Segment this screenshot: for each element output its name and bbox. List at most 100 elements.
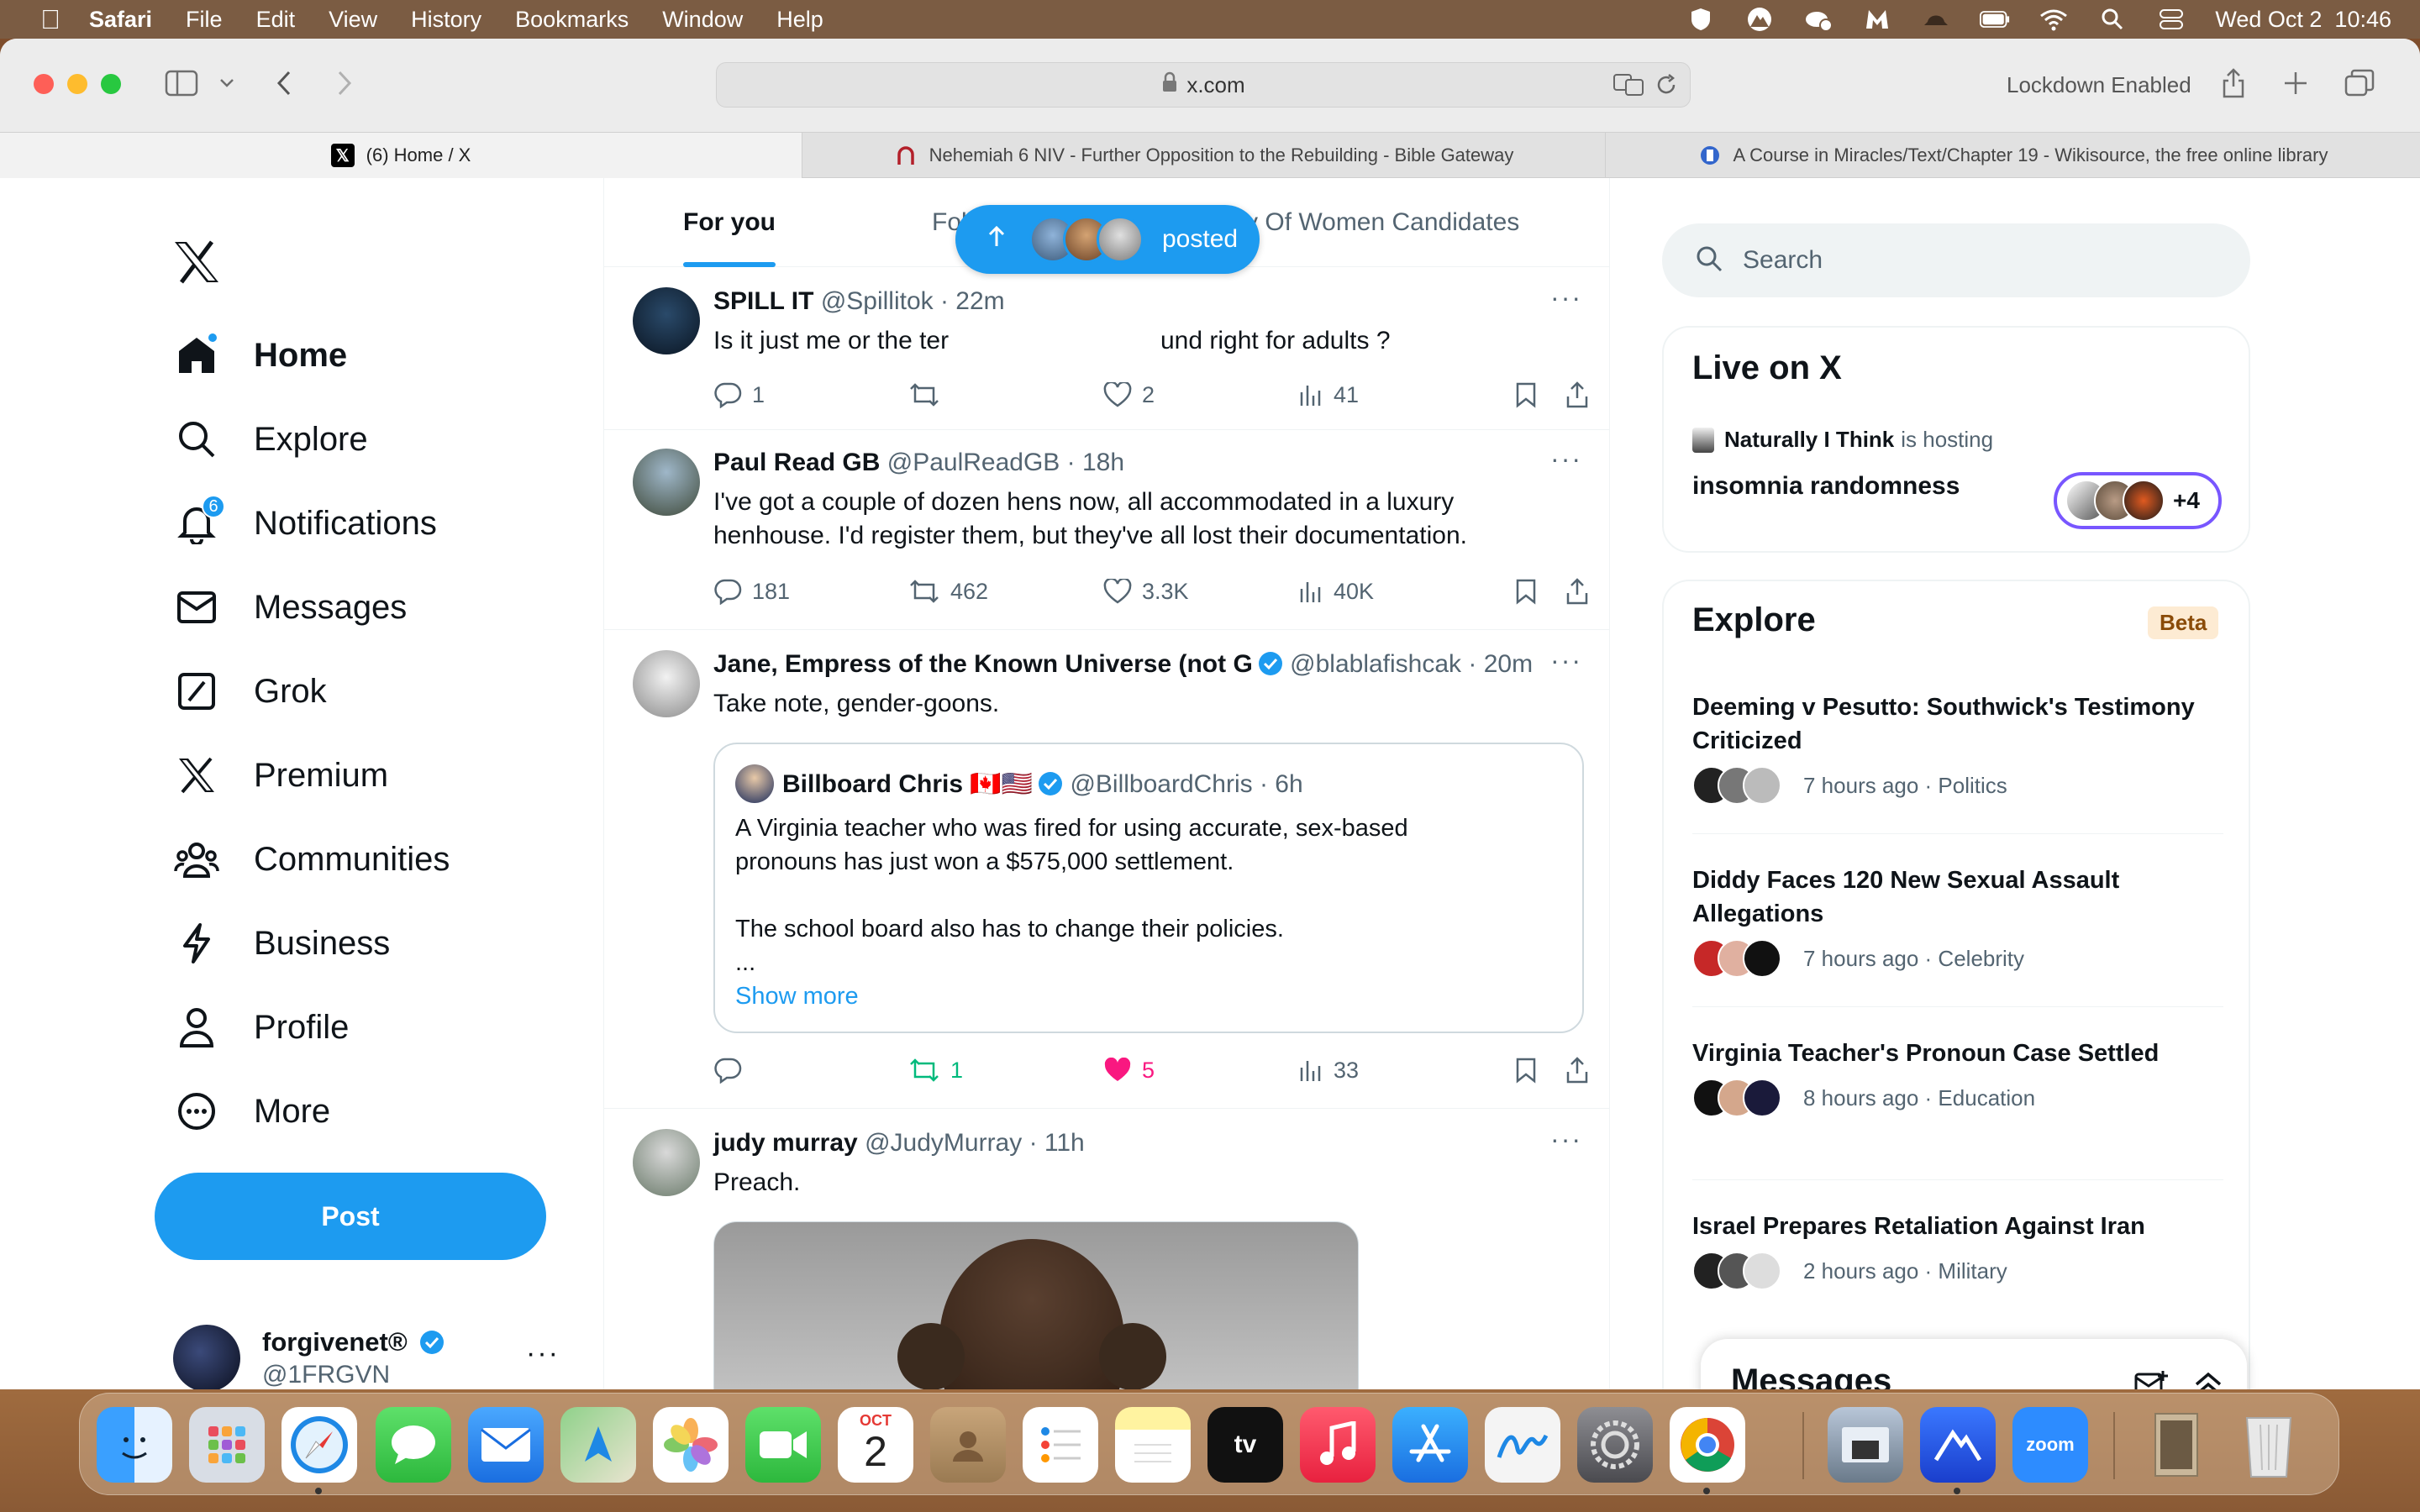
account-more-icon[interactable]: ··· (526, 1337, 560, 1370)
bookmark-icon[interactable] (1515, 1053, 1537, 1087)
retweet-button[interactable] (908, 378, 950, 412)
zoom-window-button[interactable] (101, 74, 121, 94)
live-host[interactable]: Naturally I Think is hosting (1692, 427, 1993, 453)
tab-for-you[interactable]: For you (683, 178, 776, 267)
share-icon[interactable] (1565, 575, 1589, 608)
chrome-icon[interactable] (1670, 1407, 1745, 1483)
tweet-time[interactable]: · 18h (1067, 449, 1124, 476)
like-button[interactable]: 3.3K (1103, 575, 1189, 608)
avatar[interactable] (633, 650, 700, 717)
bookmark-icon[interactable] (1515, 575, 1537, 608)
minimize-window-button[interactable] (67, 74, 87, 94)
nav-home[interactable]: Home (173, 326, 347, 385)
hat-icon[interactable] (1921, 7, 1951, 32)
spotlight-search-icon[interactable] (2097, 7, 2128, 32)
author-handle[interactable]: @PaulReadGB (887, 449, 1060, 476)
new-tab-icon[interactable] (2281, 64, 2311, 102)
x-logo-icon[interactable] (173, 240, 220, 288)
avatar[interactable] (633, 1129, 700, 1196)
mountain-app-icon[interactable] (1744, 7, 1775, 32)
reply-button[interactable] (713, 1053, 752, 1087)
nav-messages[interactable]: Messages (173, 578, 407, 637)
author-handle[interactable]: @blablafishcak (1290, 650, 1461, 678)
menu-edit[interactable]: Edit (256, 7, 296, 33)
forward-button[interactable] (329, 64, 360, 102)
wifi-icon[interactable] (2039, 7, 2069, 32)
tweet-more-icon[interactable]: ··· (1550, 444, 1582, 475)
views-button[interactable]: 33 (1298, 1053, 1359, 1087)
reply-button[interactable]: 181 (713, 575, 790, 608)
facetime-icon[interactable] (745, 1407, 821, 1483)
messages-drawer[interactable]: Messages (1701, 1339, 2247, 1389)
menu-view[interactable]: View (329, 7, 377, 33)
tweet[interactable]: Jane, Empress of the Known Universe (not… (604, 630, 1609, 1109)
reload-icon[interactable] (1655, 73, 1678, 102)
retweet-button[interactable]: 462 (908, 575, 988, 608)
battery-icon[interactable] (1980, 7, 2010, 32)
reminders-icon[interactable] (1023, 1407, 1098, 1483)
menu-file[interactable]: File (186, 7, 223, 33)
author-handle[interactable]: @Spillitok (821, 287, 934, 315)
contacts-icon[interactable] (930, 1407, 1006, 1483)
system-settings-icon[interactable] (1577, 1407, 1653, 1483)
author-handle[interactable]: @JudyMurray (865, 1129, 1022, 1157)
new-message-icon[interactable] (2134, 1369, 2170, 1389)
share-icon[interactable] (1565, 378, 1589, 412)
messages-app-icon[interactable] (376, 1407, 451, 1483)
trend-item[interactable]: Deeming v Pesutto: Southwick's Testimony… (1692, 690, 2223, 805)
trend-item[interactable]: Virginia Teacher's Pronoun Case Settled … (1692, 1037, 2223, 1117)
photos-icon[interactable] (653, 1407, 729, 1483)
menu-bookmarks[interactable]: Bookmarks (515, 7, 629, 33)
tab-bible-gateway[interactable]: Nehemiah 6 NIV - Further Opposition to t… (802, 133, 1605, 178)
reply-button[interactable]: 1 (713, 378, 765, 412)
nav-profile[interactable]: Profile (173, 998, 349, 1057)
translate-icon[interactable] (1612, 73, 1646, 102)
shield-status-icon[interactable] (1686, 7, 1716, 32)
tweet[interactable]: Paul Read GB @PaulReadGB · 18h ··· I've … (604, 430, 1609, 630)
avatar[interactable] (633, 287, 700, 354)
tweet-more-icon[interactable]: ··· (1550, 645, 1582, 676)
apple-tv-icon[interactable]: tv (1207, 1407, 1283, 1483)
notes-icon[interactable] (1115, 1407, 1191, 1483)
search-input[interactable]: Search (1662, 223, 2250, 297)
nav-explore[interactable]: Explore (173, 410, 368, 469)
new-posts-pill[interactable]: posted (955, 205, 1260, 274)
apple-menu-icon[interactable]:  (34, 4, 67, 35)
tweet[interactable]: judy murray @JudyMurray · 11h ··· Preach… (604, 1109, 1609, 1389)
trend-item[interactable]: Diddy Faces 120 New Sexual Assault Alleg… (1692, 864, 2223, 978)
menu-app-name[interactable]: Safari (89, 7, 152, 33)
tweet-time[interactable]: · 22m (940, 287, 1005, 315)
tweet-more-icon[interactable]: ··· (1550, 1124, 1582, 1155)
post-button[interactable]: Post (155, 1173, 546, 1260)
menu-help[interactable]: Help (776, 7, 823, 33)
tab-wikisource[interactable]: A Course in Miracles/Text/Chapter 19 - W… (1605, 133, 2420, 178)
app-store-icon[interactable] (1392, 1407, 1468, 1483)
show-more-link[interactable]: Show more (735, 979, 859, 1013)
like-button[interactable]: 2 (1103, 378, 1155, 412)
menu-window[interactable]: Window (662, 7, 743, 33)
avatar[interactable] (633, 449, 700, 516)
expand-chevrons-icon[interactable] (2193, 1371, 2223, 1389)
views-button[interactable]: 40K (1298, 575, 1374, 608)
cloud-sync-icon[interactable] (1803, 7, 1833, 32)
calendar-icon[interactable]: OCT 2 (838, 1407, 913, 1483)
author-name[interactable]: Paul Read GB (713, 449, 880, 476)
share-icon[interactable] (1565, 1053, 1589, 1087)
account-switcher[interactable]: forgivenet® @1FRGVN ··· (173, 1320, 576, 1389)
views-button[interactable]: 41 (1298, 378, 1359, 412)
tweet-time[interactable]: · 11h (1029, 1129, 1085, 1157)
mountain-app-icon[interactable] (1920, 1407, 1996, 1483)
nav-premium[interactable]: Premium (173, 746, 388, 805)
space-title[interactable]: insomnia randomness (1692, 472, 1960, 501)
author-name[interactable]: SPILL IT (713, 287, 813, 315)
tweet-time[interactable]: · 20m (1468, 650, 1533, 678)
mail-app-icon[interactable] (468, 1407, 544, 1483)
retweet-button[interactable]: 1 (908, 1053, 963, 1087)
tweet-image[interactable] (713, 1221, 1359, 1389)
chevron-down-icon[interactable] (217, 64, 237, 102)
malwarebytes-icon[interactable] (1862, 7, 1892, 32)
zoom-icon[interactable]: zoom (2012, 1407, 2088, 1483)
safari-icon[interactable] (281, 1407, 357, 1483)
address-bar[interactable]: x.com (716, 62, 1691, 108)
author-name[interactable]: judy murray (713, 1129, 858, 1157)
